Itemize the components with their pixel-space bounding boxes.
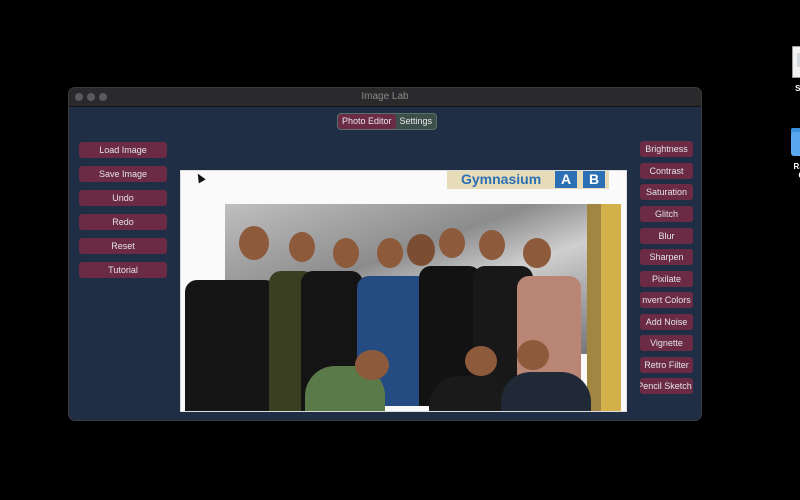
image-canvas[interactable]: Gymnasium A B bbox=[180, 170, 627, 412]
pixilate-button[interactable]: Pixilate bbox=[640, 271, 693, 287]
photo-head bbox=[333, 238, 359, 268]
pencil-sketch-button[interactable]: Pencil Sketch bbox=[640, 378, 693, 394]
photo-head bbox=[355, 350, 389, 380]
retro-filter-button[interactable]: Retro Filter bbox=[640, 357, 693, 373]
image-lab-window: Image Lab Photo Editor Settings Load Ima… bbox=[68, 87, 702, 421]
tutorial-button[interactable]: Tutorial bbox=[79, 262, 167, 278]
desktop-item-folder-top[interactable]: Ot 2 i bbox=[776, 6, 800, 24]
desktop-item-random-clips[interactable]: Rando Clip 34 bbox=[776, 126, 800, 189]
photo-head bbox=[289, 232, 315, 262]
desktop-item-size: 34 bbox=[776, 180, 800, 189]
photo-head bbox=[407, 234, 435, 266]
tab-photo-editor[interactable]: Photo Editor bbox=[338, 114, 396, 129]
contrast-button[interactable]: Contrast bbox=[640, 163, 693, 179]
document-icon bbox=[792, 46, 800, 78]
glitch-button[interactable]: Glitch bbox=[640, 206, 693, 222]
desktop-item-label: Ot bbox=[776, 6, 800, 15]
photo-banner-letter-a: A bbox=[555, 171, 577, 188]
photo-head bbox=[377, 238, 403, 268]
photo-head bbox=[479, 230, 505, 260]
photo-banner-text: Gymnasium bbox=[461, 171, 542, 187]
desktop-item-sublabel: 2 i bbox=[776, 15, 800, 24]
desktop-item-screenshot[interactable]: Scree 88 bbox=[776, 46, 800, 102]
window-title: Image Lab bbox=[361, 91, 409, 102]
desktop-item-sublabel: 88 bbox=[776, 93, 800, 102]
brightness-button[interactable]: Brightness bbox=[640, 141, 693, 157]
photo-head bbox=[517, 340, 549, 370]
photo-head bbox=[523, 238, 551, 268]
sharpen-button[interactable]: Sharpen bbox=[640, 249, 693, 265]
undo-button[interactable]: Undo bbox=[79, 190, 167, 206]
invert-colors-button[interactable]: nvert Colors bbox=[640, 292, 693, 308]
save-image-button[interactable]: Save Image bbox=[79, 166, 167, 182]
photo-person bbox=[501, 372, 591, 411]
tab-settings[interactable]: Settings bbox=[396, 114, 437, 129]
reset-button[interactable]: Reset bbox=[79, 238, 167, 254]
desktop-item-label: Rando bbox=[793, 162, 800, 171]
tab-bar: Photo Editor Settings bbox=[337, 113, 438, 130]
photo-head bbox=[239, 226, 269, 260]
add-noise-button[interactable]: Add Noise bbox=[640, 314, 693, 330]
photo-banner-letter-b: B bbox=[583, 171, 605, 188]
photo-head bbox=[465, 346, 497, 376]
photo-person bbox=[185, 280, 277, 411]
photo-group-people bbox=[181, 226, 626, 411]
desktop-item-sublabel: Clip bbox=[776, 171, 800, 180]
load-image-button[interactable]: Load Image bbox=[79, 142, 167, 158]
folder-icon bbox=[791, 126, 800, 156]
redo-button[interactable]: Redo bbox=[79, 214, 167, 230]
vignette-button[interactable]: Vignette bbox=[640, 335, 693, 351]
saturation-button[interactable]: Saturation bbox=[640, 184, 693, 200]
photo-head bbox=[439, 228, 465, 258]
title-bar[interactable]: Image Lab bbox=[69, 88, 701, 107]
desktop-item-label: Scree bbox=[795, 84, 800, 93]
blur-button[interactable]: Blur bbox=[640, 228, 693, 244]
